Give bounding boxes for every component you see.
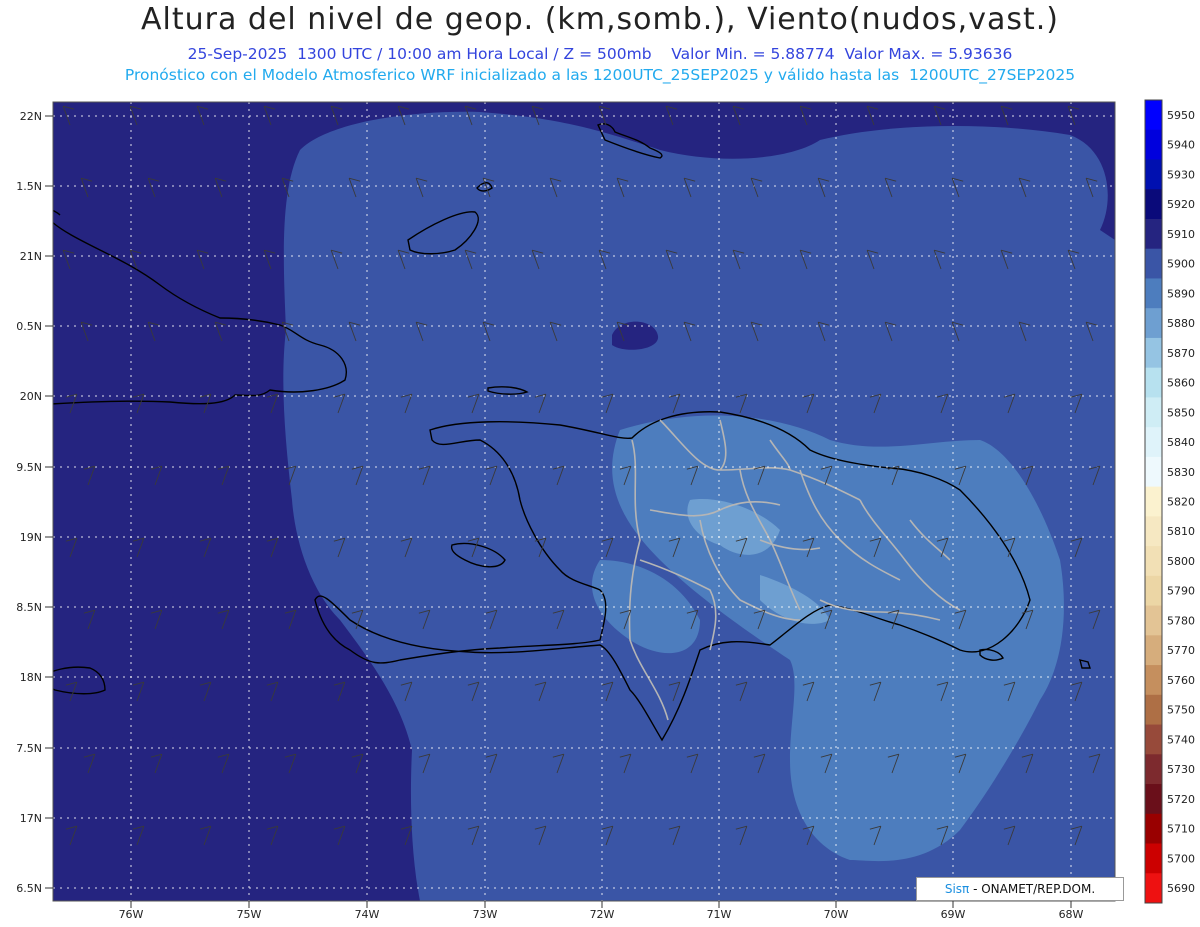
colorbar-level-label: 5810 xyxy=(1167,525,1195,538)
colorbar-level-label: 5890 xyxy=(1167,287,1195,300)
colorbar-swatch xyxy=(1145,784,1162,815)
colorbar-swatch xyxy=(1145,486,1162,517)
colorbar-level-label: 5950 xyxy=(1167,109,1195,122)
colorbar-swatch xyxy=(1145,397,1162,428)
lat-tick-label: 20N xyxy=(20,390,42,403)
colorbar-swatch xyxy=(1145,427,1162,458)
lat-tick-label: 19N xyxy=(20,531,42,544)
lat-tick-label: 9.5N xyxy=(16,461,42,474)
colorbar-level-label: 5910 xyxy=(1167,228,1195,241)
colorbar-level-label: 5820 xyxy=(1167,496,1195,509)
colorbar-level-label: 5930 xyxy=(1167,168,1195,181)
colorbar-level-label: 5840 xyxy=(1167,436,1195,449)
colorbar-swatch xyxy=(1145,754,1162,785)
colorbar-swatch xyxy=(1145,575,1162,607)
colorbar-swatch xyxy=(1145,605,1162,636)
colorbar-swatch xyxy=(1145,367,1162,398)
lon-tick-label: 73W xyxy=(473,908,498,921)
lat-tick-label: 17N xyxy=(20,812,42,825)
colorbar-level-label: 5700 xyxy=(1167,852,1195,865)
colorbar-swatch xyxy=(1145,218,1162,250)
colorbar-level-label: 5860 xyxy=(1167,377,1195,390)
lat-tick-label: 22N xyxy=(20,110,42,123)
colorbar-swatch xyxy=(1145,129,1162,160)
colorbar-swatch xyxy=(1145,635,1162,666)
lat-tick-label: 7.5N xyxy=(16,742,42,755)
colorbar-swatch xyxy=(1145,665,1162,696)
geopotential-map: 22N 1.5N 21N 0.5N 20N 9.5N 19N 8.5N 18N 7.5N 17N 6.… xyxy=(16,99,1195,921)
colorbar-level-label: 5790 xyxy=(1167,585,1195,598)
lat-tick-label: 8.5N xyxy=(16,601,42,614)
colorbar-swatch xyxy=(1145,516,1162,547)
colorbar-level-label: 5800 xyxy=(1167,555,1195,568)
lon-tick-label: 70W xyxy=(824,908,849,921)
colorbar-swatch xyxy=(1145,843,1162,874)
colorbar-swatch xyxy=(1145,456,1162,488)
colorbar-level-label: 5850 xyxy=(1167,406,1195,419)
colorbar-swatch xyxy=(1145,546,1162,577)
lat-tick-label: 1.5N xyxy=(16,180,42,193)
colorbar-level-label: 5690 xyxy=(1167,882,1195,895)
lon-tick-label: 75W xyxy=(237,908,262,921)
colorbar-level-label: 5710 xyxy=(1167,823,1195,836)
onamet-credit-text: - ONAMET/REP.DOM. xyxy=(969,882,1096,896)
colorbar-level-label: 5750 xyxy=(1167,704,1195,717)
colorbar-swatch xyxy=(1145,724,1162,755)
colorbar-swatch xyxy=(1145,337,1162,369)
lat-tick-label: 18N xyxy=(20,671,42,684)
colorbar-swatch xyxy=(1145,694,1162,726)
colorbar-swatch xyxy=(1145,189,1162,220)
colorbar: 5950 5940 5930 5920 5910 5900 5890 5880 5870 5860… xyxy=(1144,99,1195,904)
colorbar-swatch xyxy=(1145,813,1162,845)
colorbar-swatch xyxy=(1145,873,1162,904)
lon-tick-label: 76W xyxy=(119,908,144,921)
colorbar-level-label: 5830 xyxy=(1167,466,1195,479)
colorbar-level-label: 5730 xyxy=(1167,763,1195,776)
colorbar-level-label: 5940 xyxy=(1167,139,1195,152)
lon-tick-label: 72W xyxy=(590,908,615,921)
colorbar-swatch xyxy=(1145,159,1162,190)
lon-tick-label: 69W xyxy=(941,908,966,921)
lon-tick-label: 68W xyxy=(1059,908,1084,921)
colorbar-swatch xyxy=(1145,308,1162,339)
colorbar-swatch xyxy=(1145,100,1162,131)
colorbar-level-label: 5740 xyxy=(1167,733,1195,746)
sispi-logo-text: Sisπ xyxy=(944,882,970,896)
lon-tick-label: 71W xyxy=(707,908,732,921)
lon-tick-label: 74W xyxy=(355,908,380,921)
colorbar-level-label: 5920 xyxy=(1167,198,1195,211)
geopotential-shading xyxy=(53,102,1115,901)
colorbar-level-label: 5870 xyxy=(1167,347,1195,360)
lat-tick-label: 21N xyxy=(20,250,42,263)
colorbar-swatch xyxy=(1145,278,1162,309)
credit-box: Sisπ - ONAMET/REP.DOM. xyxy=(916,877,1124,901)
lat-tick-label: 6.5N xyxy=(16,882,42,895)
colorbar-level-label: 5780 xyxy=(1167,614,1195,627)
lat-tick-label: 0.5N xyxy=(16,320,42,333)
colorbar-level-label: 5770 xyxy=(1167,644,1195,657)
colorbar-level-label: 5900 xyxy=(1167,258,1195,271)
colorbar-swatch xyxy=(1145,248,1162,279)
colorbar-level-label: 5720 xyxy=(1167,793,1195,806)
colorbar-level-label: 5760 xyxy=(1167,674,1195,687)
colorbar-level-label: 5880 xyxy=(1167,317,1195,330)
